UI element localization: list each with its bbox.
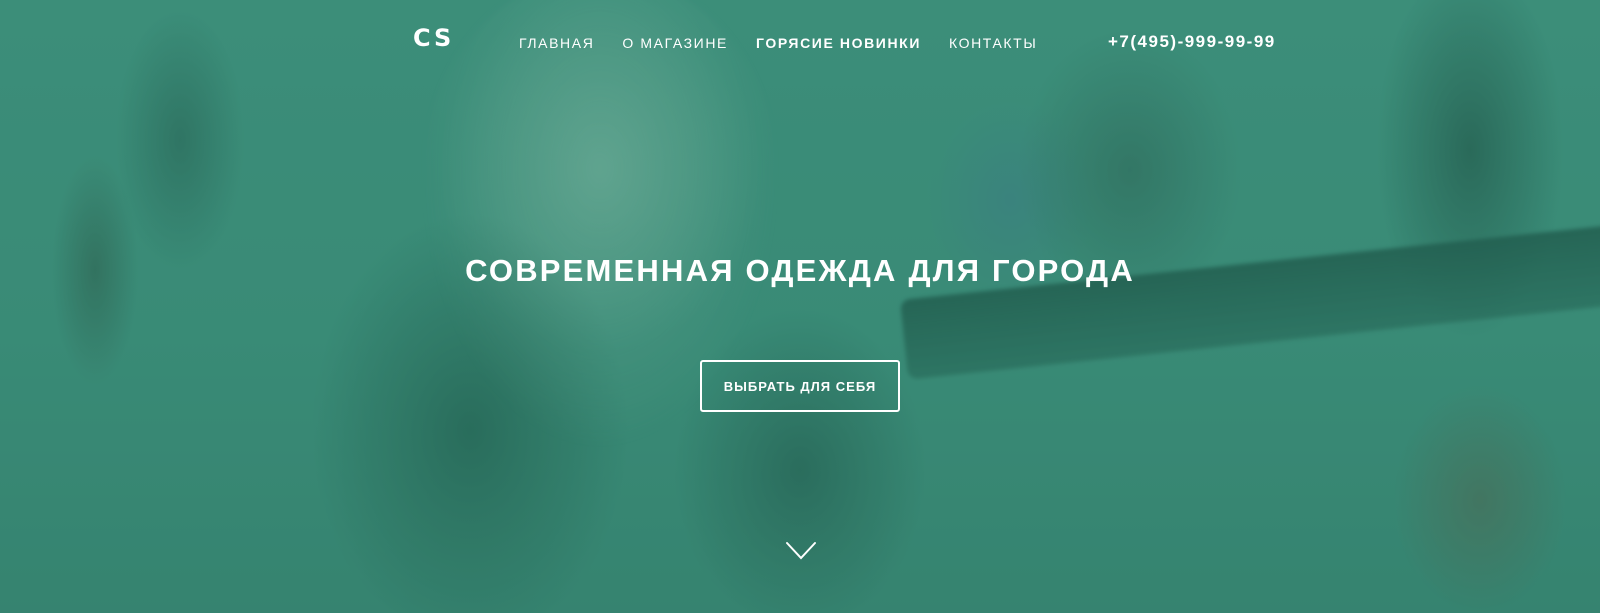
- chevron-down-icon[interactable]: [785, 540, 817, 562]
- site-header: CS ГЛАВНАЯ О МАГАЗИНЕ ГОРЯСИЕ НОВИНКИ КО…: [0, 0, 1600, 86]
- choose-for-yourself-button[interactable]: ВЫБРАТЬ ДЛЯ СЕБЯ: [700, 360, 900, 412]
- main-nav: ГЛАВНАЯ О МАГАЗИНЕ ГОРЯСИЕ НОВИНКИ КОНТА…: [519, 35, 1065, 51]
- phone-link[interactable]: +7(495)-999-99-99: [1108, 32, 1276, 52]
- nav-item-contacts[interactable]: КОНТАКТЫ: [949, 35, 1037, 51]
- hero-headline: СОВРЕМЕННАЯ ОДЕЖДА ДЛЯ ГОРОДА: [465, 253, 1135, 288]
- nav-item-new-arrivals[interactable]: ГОРЯСИЕ НОВИНКИ: [756, 35, 921, 51]
- site-logo[interactable]: CS: [413, 24, 454, 52]
- hero-section: CS ГЛАВНАЯ О МАГАЗИНЕ ГОРЯСИЕ НОВИНКИ КО…: [0, 0, 1600, 613]
- nav-item-home[interactable]: ГЛАВНАЯ: [519, 35, 594, 51]
- nav-item-about[interactable]: О МАГАЗИНЕ: [622, 35, 728, 51]
- hero-color-overlay: [0, 0, 1600, 613]
